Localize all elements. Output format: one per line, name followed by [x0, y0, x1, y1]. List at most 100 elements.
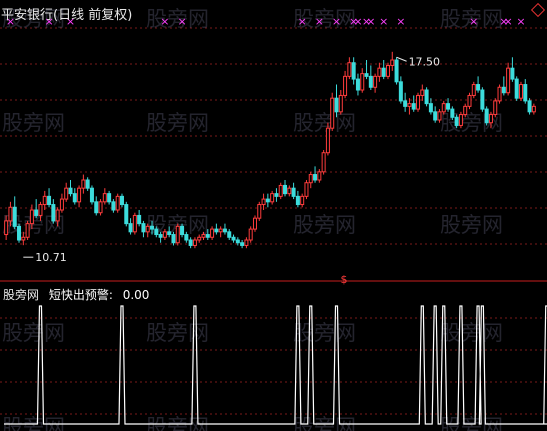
watermark-text: 股旁网: [440, 321, 503, 345]
x-mark-icon: ×: [504, 15, 513, 28]
candle-body: [514, 78, 519, 99]
candle-body: [85, 179, 90, 189]
candle-body: [124, 204, 129, 225]
candle: [64, 182, 69, 202]
candle-body: [471, 84, 476, 96]
candle: [351, 57, 356, 85]
candle-body: [89, 187, 94, 203]
candle-body: [527, 100, 532, 113]
candle: [115, 193, 120, 213]
candle: [411, 95, 416, 112]
candle-body: [132, 214, 137, 233]
candle-body: [205, 234, 210, 238]
candle: [433, 106, 438, 123]
candle-body: [381, 67, 386, 77]
candle-body: [47, 195, 52, 206]
candle-body: [351, 62, 356, 80]
candle: [102, 188, 107, 205]
candle-body: [158, 234, 163, 238]
candle: [244, 237, 249, 249]
candle: [428, 98, 433, 115]
candle: [347, 57, 352, 80]
candle-body: [98, 201, 103, 214]
candle: [403, 92, 408, 112]
candle-body: [42, 195, 47, 206]
candle-body: [450, 108, 455, 118]
price-annotation: 10.71: [23, 251, 67, 264]
candle: [218, 226, 223, 238]
x-mark-icon: ×: [396, 15, 405, 28]
candle-body: [343, 75, 348, 96]
candle-body: [214, 228, 219, 233]
candle-body: [137, 214, 142, 225]
candle: [287, 185, 292, 197]
candle: [132, 212, 137, 235]
x-mark-icon: ×: [366, 15, 375, 28]
candle: [407, 98, 412, 115]
candle-body: [411, 103, 416, 110]
candle: [128, 218, 133, 235]
candle: [141, 220, 146, 238]
candle-body: [154, 228, 159, 236]
price-annotation: 17.50: [396, 55, 440, 68]
candle-body: [231, 236, 236, 241]
candle-body: [441, 103, 446, 113]
candle-body: [463, 105, 468, 116]
candle: [484, 106, 489, 126]
candle: [17, 223, 22, 243]
candle: [531, 103, 536, 115]
candle: [506, 62, 511, 96]
candle-body: [107, 193, 112, 203]
dollar-sign-icon: $: [341, 273, 348, 286]
candle-body: [12, 206, 17, 227]
candle-body: [291, 187, 296, 197]
candle-body: [523, 84, 528, 102]
watermark-text: 股旁网: [146, 111, 209, 135]
x-mark-icon: ×: [315, 15, 324, 28]
candle: [47, 188, 52, 208]
candle-body: [235, 239, 240, 244]
candle-body: [55, 209, 60, 222]
candle: [119, 193, 124, 208]
candle: [25, 220, 30, 240]
candle-body: [446, 103, 451, 110]
watermark-text: 股旁网: [293, 415, 356, 431]
chart-canvas[interactable]: 股旁网 股旁网 股旁网 股旁网股旁网 股旁网 股旁网 股旁网股旁网 股旁网 股旁网 股旁网股旁网股…: [0, 0, 547, 431]
watermark-text: 股旁网: [440, 415, 503, 431]
candle-body: [424, 89, 429, 105]
candle: [59, 193, 64, 213]
candle: [85, 177, 90, 191]
candle-body: [398, 81, 403, 102]
candle-body: [458, 114, 463, 126]
candle-body: [488, 114, 493, 124]
candle-body: [506, 67, 511, 94]
watermark-text: 股旁网: [2, 111, 65, 135]
candle: [240, 240, 245, 249]
x-mark-icon: ×: [516, 15, 525, 28]
candle: [394, 57, 399, 85]
candle-body: [222, 228, 227, 233]
candle: [77, 185, 82, 208]
candle-body: [428, 103, 433, 113]
candle: [94, 196, 99, 216]
x-mark-icon: ×: [379, 15, 388, 28]
candle-body: [8, 206, 13, 222]
candle: [257, 201, 262, 221]
candle: [493, 98, 498, 118]
watermark-text: 股旁网: [146, 415, 209, 431]
candle-body: [433, 111, 438, 121]
candle-body: [188, 239, 193, 246]
candle-body: [403, 100, 408, 107]
candle-body: [347, 62, 352, 77]
candle: [416, 92, 421, 112]
candle-body: [364, 73, 369, 77]
sub-panel-title: 股旁网 短快出预警: 0.00: [3, 286, 149, 303]
candle-body: [248, 228, 253, 241]
watermark-text: 股旁网: [293, 321, 356, 345]
candle-body: [210, 228, 215, 238]
candle-body: [493, 100, 498, 116]
candle: [270, 190, 275, 205]
candle: [424, 87, 429, 107]
candle-body: [313, 174, 318, 181]
candle: [467, 92, 472, 110]
